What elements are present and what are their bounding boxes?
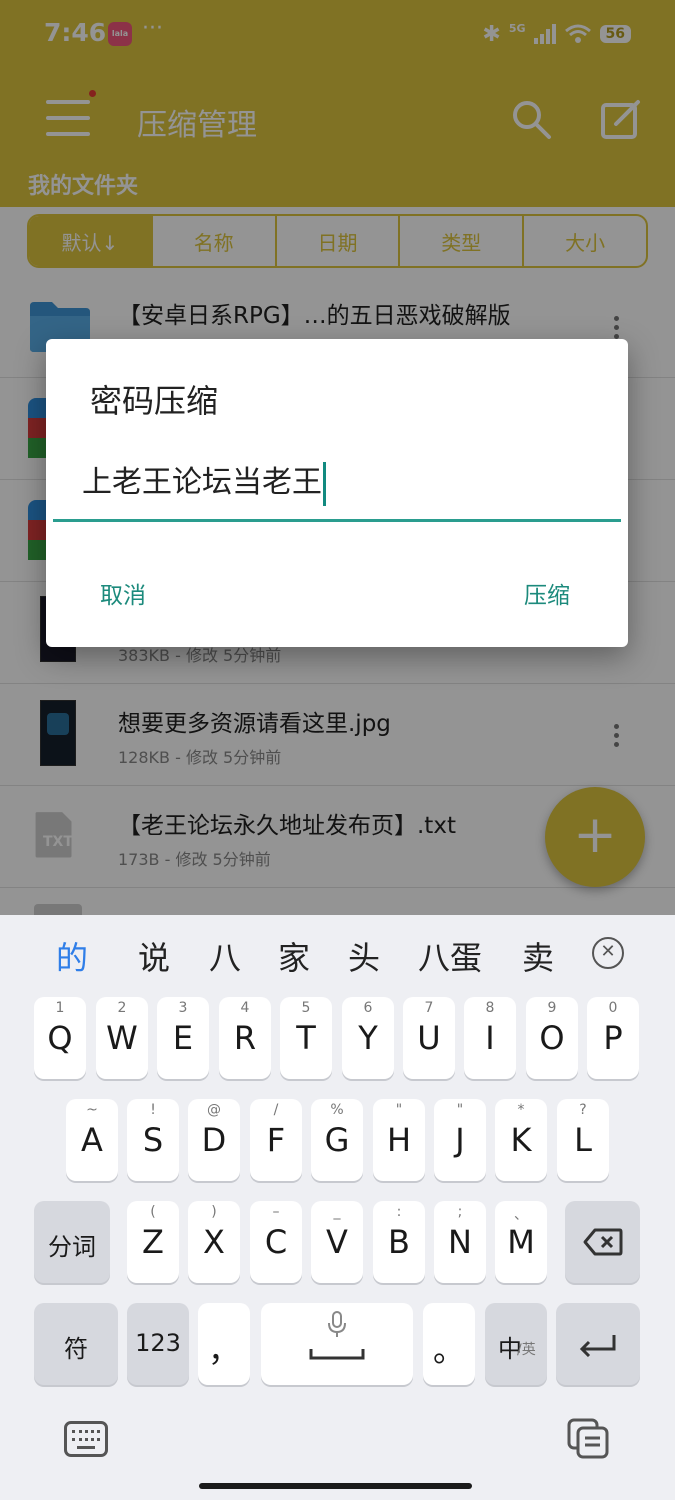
home-indicator[interactable] [199, 1483, 472, 1489]
key-a[interactable]: ~ A [66, 1099, 118, 1181]
key-f[interactable]: / F [250, 1099, 302, 1181]
key-e[interactable]: 3E [157, 997, 209, 1079]
key-b[interactable]: :B [373, 1201, 425, 1283]
candidate-word[interactable]: 八 [209, 933, 241, 979]
key-r[interactable]: 4R [219, 997, 271, 1079]
enter-icon [579, 1335, 616, 1357]
key-t[interactable]: 5T [280, 997, 332, 1079]
clipboard-icon[interactable] [566, 1417, 610, 1459]
key-v[interactable]: _ V [311, 1201, 363, 1283]
close-candidates-icon[interactable]: ✕ [592, 937, 624, 969]
key-w[interactable]: 2W [96, 997, 148, 1079]
key-u[interactable]: 7U [403, 997, 455, 1079]
candidate-word[interactable]: 头 [348, 933, 380, 979]
compress-button[interactable]: 压缩 [524, 576, 570, 610]
key-o[interactable]: 9O [526, 997, 578, 1079]
key-p[interactable]: 0P [587, 997, 639, 1079]
microphone-icon [328, 1311, 346, 1337]
language-switch-key[interactable]: 中 /英 [485, 1303, 547, 1385]
key-y[interactable]: 6Y [342, 997, 394, 1079]
key-z[interactable]: (Z [127, 1201, 179, 1283]
text-cursor [323, 461, 326, 506]
key-s[interactable]: ! S [127, 1099, 179, 1181]
input-underline [53, 519, 621, 522]
soft-keyboard: 的 说 八 家 头 八蛋 卖 ✕ 1Q 2W 3E 4R 5T 6Y 7U 8I… [0, 915, 675, 1500]
key-q[interactable]: 1Q [34, 997, 86, 1079]
candidate-word[interactable]: 家 [278, 933, 310, 979]
dialog-title: 密码压缩 [90, 382, 219, 420]
key-j[interactable]: " J [434, 1099, 486, 1181]
key-h[interactable]: " H [373, 1099, 425, 1181]
comma-key[interactable]: ， [198, 1303, 250, 1385]
candidate-bar: 的 说 八 家 头 八蛋 卖 ✕ [0, 915, 675, 993]
key-c[interactable]: – C [250, 1201, 302, 1283]
number-key[interactable]: 123 [127, 1303, 189, 1385]
key-m[interactable]: 、 M [495, 1201, 547, 1283]
segment-key[interactable]: 分词 [34, 1201, 110, 1283]
key-k[interactable]: * K [495, 1099, 547, 1181]
enter-key[interactable] [556, 1303, 640, 1385]
password-compress-dialog: 密码压缩 上老王论坛当老王 取消 压缩 [46, 339, 628, 647]
key-i[interactable]: 8I [464, 997, 516, 1079]
key-x[interactable]: ) X [188, 1201, 240, 1283]
key-n[interactable]: ; N [434, 1201, 486, 1283]
candidate-word[interactable]: 八蛋 [418, 933, 482, 979]
key-l[interactable]: ? L [557, 1099, 609, 1181]
key-d[interactable]: @ D [188, 1099, 240, 1181]
space-bar-icon [309, 1349, 365, 1360]
backspace-key[interactable] [565, 1201, 640, 1283]
password-input-value: 上老王论坛当老王 [82, 465, 322, 500]
space-key[interactable] [261, 1303, 413, 1385]
candidate-word[interactable]: 的 [56, 933, 88, 979]
candidate-word[interactable]: 说 [138, 933, 170, 979]
cancel-button[interactable]: 取消 [100, 576, 146, 610]
symbol-key[interactable]: 符 [34, 1303, 118, 1385]
backspace-icon [583, 1228, 623, 1256]
key-g[interactable]: % G [311, 1099, 363, 1181]
password-input[interactable]: 上老王论坛当老王 [82, 457, 326, 506]
keyboard-switch-icon[interactable] [64, 1421, 108, 1457]
period-key[interactable]: 。 [423, 1303, 475, 1385]
candidate-word[interactable]: 卖 [522, 933, 568, 979]
